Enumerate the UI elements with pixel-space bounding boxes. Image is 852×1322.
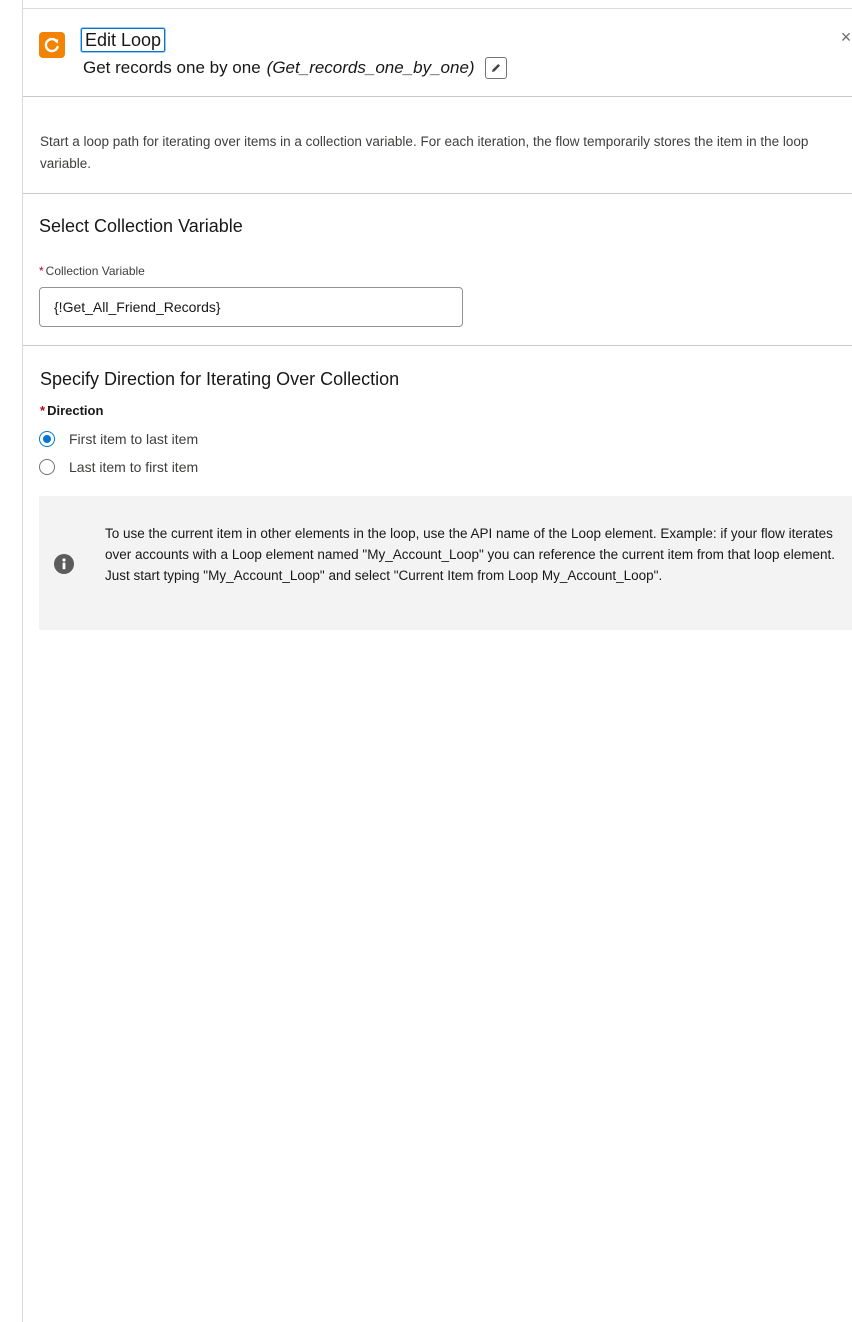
- radio-button-unchecked[interactable]: [39, 459, 55, 475]
- collection-variable-label-text: Collection Variable: [45, 264, 145, 278]
- element-name: Get records one by one (Get_records_one_…: [83, 56, 507, 80]
- radio-last-to-first[interactable]: Last item to first item: [39, 459, 198, 475]
- info-icon: [54, 554, 74, 574]
- flow-builder-page: Edit Loop Get records one by one (Get_re…: [0, 0, 852, 1322]
- collection-section-heading: Select Collection Variable: [39, 216, 243, 236]
- radio-label: Last item to first item: [69, 459, 199, 475]
- direction-section: Specify Direction for Iterating Over Col…: [23, 346, 852, 646]
- direction-label-text: Direction: [47, 403, 104, 418]
- edit-loop-panel: Edit Loop Get records one by one (Get_re…: [23, 8, 852, 1322]
- close-button[interactable]: ×: [838, 28, 852, 46]
- collection-section: Select Collection Variable * Collection V…: [23, 194, 852, 346]
- loop-description: Start a loop path for iterating over ite…: [23, 97, 852, 194]
- element-api-name: (Get_records_one_by_one): [266, 58, 475, 77]
- info-box: To use the current item in other element…: [39, 496, 852, 630]
- radio-label: First item to last item: [69, 431, 199, 447]
- panel-header: Edit Loop Get records one by one (Get_re…: [23, 9, 852, 97]
- collection-variable-input[interactable]: [39, 287, 463, 327]
- radio-first-to-last[interactable]: First item to last item: [39, 431, 198, 447]
- required-marker: *: [40, 403, 46, 418]
- direction-label: * Direction: [40, 403, 103, 419]
- edit-properties-button[interactable]: [484, 57, 507, 79]
- required-marker: *: [39, 264, 44, 278]
- panel-title[interactable]: Edit Loop: [81, 28, 166, 52]
- pencil-icon: [491, 64, 500, 72]
- direction-section-heading: Specify Direction for Iterating Over Col…: [40, 369, 400, 389]
- element-label: Get records one by one: [83, 58, 261, 77]
- radio-button-checked[interactable]: [39, 431, 55, 447]
- loop-icon: [39, 32, 65, 58]
- collection-variable-label: * Collection Variable: [39, 263, 145, 279]
- info-text: To use the current item in other element…: [105, 526, 835, 583]
- canvas-edge: [0, 0, 23, 1322]
